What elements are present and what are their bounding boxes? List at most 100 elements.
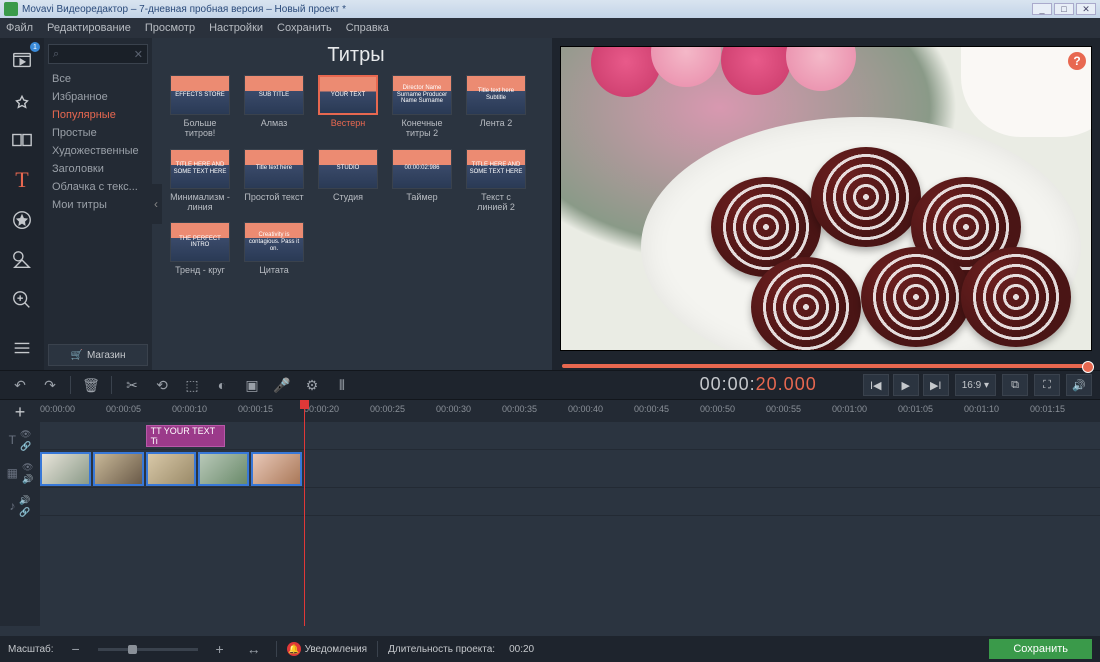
search-box[interactable]: ⌕ ✕ xyxy=(48,44,148,64)
category-item[interactable]: Простые xyxy=(44,124,152,142)
menu-редактирование[interactable]: Редактирование xyxy=(47,22,131,34)
delete-button[interactable]: 🗑 xyxy=(79,373,103,397)
zoom-out-button[interactable]: − xyxy=(64,637,88,661)
notifications-button[interactable]: 🔔 Уведомления xyxy=(287,642,368,656)
title-preset[interactable]: THE PERFECT INTROТренд - круг xyxy=(170,222,230,285)
volume-button[interactable]: 🔊 xyxy=(1066,374,1092,396)
time-ruler[interactable]: 00:00:0000:00:0500:00:1000:00:1500:00:20… xyxy=(40,400,1100,422)
preview-scrubber[interactable] xyxy=(562,364,1090,368)
category-item[interactable]: Популярные xyxy=(44,106,152,124)
store-label: Магазин xyxy=(87,350,126,361)
video-clip[interactable] xyxy=(93,452,144,486)
undo-button[interactable]: ↶ xyxy=(8,373,32,397)
menu-справка[interactable]: Справка xyxy=(346,22,389,34)
title-preset[interactable]: 00:00:02:986Таймер xyxy=(392,149,452,213)
settings-button[interactable]: ⚙ xyxy=(300,373,324,397)
crop-button[interactable]: ⬚ xyxy=(180,373,204,397)
title-preset[interactable]: YOUR TEXTВестерн xyxy=(318,75,378,139)
title-preset[interactable]: Title text here SubtitleЛента 2 xyxy=(466,75,526,139)
import-tab[interactable]: 1 xyxy=(6,44,38,76)
video-clip[interactable] xyxy=(40,452,91,486)
ruler-tick: 00:01:00 xyxy=(832,404,867,414)
zoom-tab[interactable] xyxy=(6,284,38,316)
export-button[interactable]: Сохранить xyxy=(989,639,1092,659)
stickers-tab[interactable] xyxy=(6,204,38,236)
title-preset[interactable]: STUDIOСтудия xyxy=(318,149,378,213)
titles-panel: Титры EFFECTS STOREБольше титров!SUB TIT… xyxy=(152,38,552,370)
ruler-tick: 00:00:20 xyxy=(304,404,339,414)
menu-просмотр[interactable]: Просмотр xyxy=(145,22,195,34)
aspect-ratio-selector[interactable]: 16:9 ▾ xyxy=(955,374,996,396)
fullscreen-button[interactable]: ⛶ xyxy=(1034,374,1060,396)
collapse-categories-button[interactable]: ‹ xyxy=(150,184,162,224)
ruler-tick: 00:00:25 xyxy=(370,404,405,414)
category-item[interactable]: Заголовки xyxy=(44,160,152,178)
timeline-body[interactable]: 00:00:0000:00:0500:00:1000:00:1500:00:20… xyxy=(40,400,1100,626)
title-preset-label: Текст с линией 2 xyxy=(466,192,526,213)
linked-audio-track[interactable] xyxy=(40,488,1100,516)
video-track[interactable] xyxy=(40,450,1100,488)
titles-tab[interactable]: T xyxy=(6,164,38,196)
menu-bar: Файл Редактирование Просмотр Настройки Сохра… xyxy=(0,18,1100,38)
category-item[interactable]: Облачка с текс... xyxy=(44,178,152,196)
title-preset-label: Вестерн xyxy=(318,118,378,138)
help-button[interactable]: ? xyxy=(1068,52,1086,70)
video-clip[interactable] xyxy=(146,452,197,486)
title-track-header[interactable]: T👁🔗 xyxy=(0,426,40,454)
clip-props-button[interactable]: ▣ xyxy=(240,373,264,397)
zoom-slider[interactable] xyxy=(98,648,198,651)
equalizer-button[interactable]: ⫴ xyxy=(330,373,354,397)
play-button[interactable]: ▶ xyxy=(893,374,919,396)
category-item[interactable]: Все xyxy=(44,70,152,88)
video-track-header[interactable]: ▦👁🔊 xyxy=(0,454,40,492)
title-clip[interactable]: TT YOUR TEXT Ti xyxy=(146,425,225,447)
window-maximize-button[interactable]: □ xyxy=(1054,3,1074,15)
more-tab[interactable] xyxy=(6,332,38,364)
video-clip[interactable] xyxy=(198,452,249,486)
zoom-in-button[interactable]: + xyxy=(208,637,232,661)
zoom-fit-button[interactable]: ↔ xyxy=(242,637,266,661)
zoom-label: Масштаб: xyxy=(8,644,54,655)
status-bar: Масштаб: − + ↔ 🔔 Уведомления Длительност… xyxy=(0,636,1100,662)
search-clear-icon[interactable]: ✕ xyxy=(134,48,143,61)
window-close-button[interactable]: ✕ xyxy=(1076,3,1096,15)
title-preset-thumbnail: Director Name Surname Producer Name Surn… xyxy=(392,75,452,115)
category-item[interactable]: Избранное xyxy=(44,88,152,106)
title-track[interactable]: TT YOUR TEXT Ti xyxy=(40,422,1100,450)
category-item[interactable]: Художественные xyxy=(44,142,152,160)
audio-track-header[interactable]: ♪🔊🔗 xyxy=(0,492,40,520)
redo-button[interactable]: ↷ xyxy=(38,373,62,397)
menu-файл[interactable]: Файл xyxy=(6,22,33,34)
callouts-tab[interactable] xyxy=(6,244,38,276)
category-item[interactable]: Мои титры xyxy=(44,196,152,214)
menu-сохранить[interactable]: Сохранить xyxy=(277,22,332,34)
filters-tab[interactable] xyxy=(6,84,38,116)
title-preset[interactable]: Title text hereПростой текст xyxy=(244,149,304,213)
ruler-tick: 00:00:15 xyxy=(238,404,273,414)
add-track-button[interactable]: + xyxy=(10,402,30,422)
transitions-tab[interactable] xyxy=(6,124,38,156)
preview-video[interactable] xyxy=(560,46,1092,351)
store-button[interactable]: 🛒 Магазин xyxy=(48,344,148,366)
playhead[interactable] xyxy=(304,400,305,626)
title-preset[interactable]: EFFECTS STOREБольше титров! xyxy=(170,75,230,139)
title-preset[interactable]: TITLE HERE AND SOME TEXT HEREТекст с лин… xyxy=(466,149,526,213)
color-button[interactable]: ◐ xyxy=(210,373,234,397)
split-button[interactable]: ✂ xyxy=(120,373,144,397)
title-preset[interactable]: TITLE HERE AND SOME TEXT HEREМинимализм … xyxy=(170,149,230,213)
prev-frame-button[interactable]: I◀ xyxy=(863,374,889,396)
ruler-tick: 00:00:45 xyxy=(634,404,669,414)
window-minimize-button[interactable]: _ xyxy=(1032,3,1052,15)
next-frame-button[interactable]: ▶I xyxy=(923,374,949,396)
title-preset[interactable]: Director Name Surname Producer Name Surn… xyxy=(392,75,452,139)
title-preset-thumbnail: Creativity is contagious. Pass it on. xyxy=(244,222,304,262)
video-clip[interactable] xyxy=(251,452,302,486)
title-preset[interactable]: SUB TITLEАлмаз xyxy=(244,75,304,139)
menu-настройки[interactable]: Настройки xyxy=(209,22,263,34)
title-preset[interactable]: Creativity is contagious. Pass it on.Цит… xyxy=(244,222,304,285)
rotate-button[interactable]: ⟲ xyxy=(150,373,174,397)
title-preset-thumbnail: TITLE HERE AND SOME TEXT HERE xyxy=(170,149,230,189)
notifications-label: Уведомления xyxy=(305,644,368,655)
detach-preview-button[interactable]: ⧉ xyxy=(1002,374,1028,396)
record-audio-button[interactable]: 🎤 xyxy=(270,373,294,397)
